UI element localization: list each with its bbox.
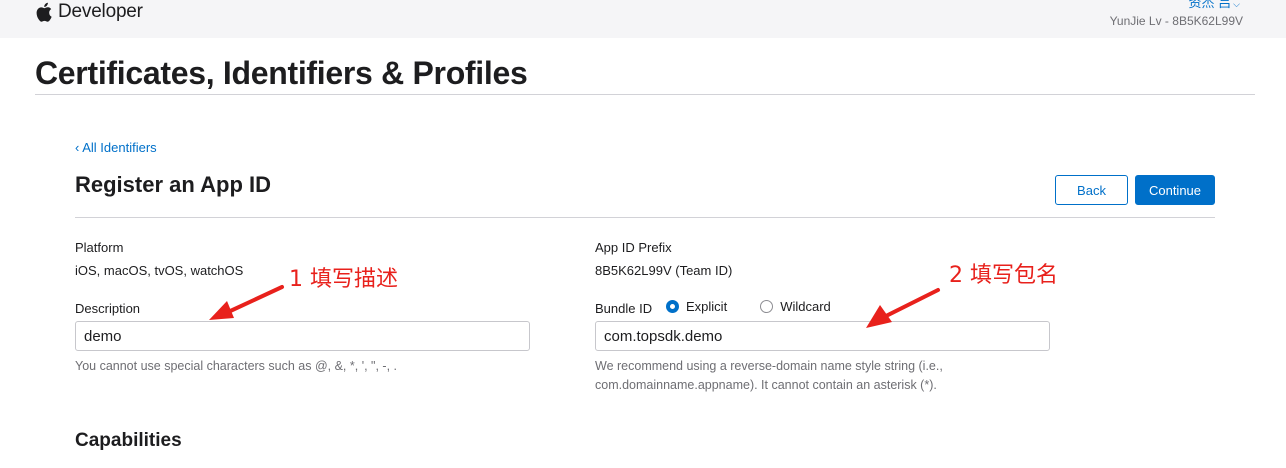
annotation-fill-bundle-id: 2 填写包名 [949, 263, 1058, 288]
wildcard-radio-label: Wildcard [780, 299, 831, 314]
brand-text: Developer [58, 1, 143, 22]
section-title: Register an App ID [75, 172, 271, 197]
developer-brand[interactable]: Developer [36, 0, 143, 25]
page-title: Certificates, Identifiers & Profiles [35, 55, 528, 91]
wildcard-radio[interactable]: Wildcard [760, 299, 831, 314]
all-identifiers-link[interactable]: ‹ All Identifiers [75, 140, 157, 155]
section-divider [75, 217, 1215, 218]
radio-unchecked-icon [760, 300, 774, 313]
platform-value: iOS, macOS, tvOS, watchOS [75, 263, 244, 278]
bundle-id-label: Bundle ID [595, 301, 653, 316]
platform-label: Platform [75, 240, 124, 255]
apple-logo-icon [36, 2, 52, 22]
team-info: YunJie Lv - 8B5K62L99V [1109, 14, 1243, 28]
capabilities-title: Capabilities [75, 430, 182, 451]
continue-button[interactable]: Continue [1135, 175, 1215, 205]
explicit-radio-label: Explicit [686, 299, 728, 314]
app-id-prefix-value: 8B5K62L99V (Team ID) [595, 263, 733, 278]
description-label: Description [75, 301, 141, 316]
back-button[interactable]: Back [1055, 175, 1128, 205]
bundle-id-hint-line-2: com.domainname.appname). It cannot conta… [595, 378, 937, 392]
bundle-id-hint-line-1: We recommend using a reverse-domain name… [595, 359, 943, 373]
explicit-radio[interactable]: Explicit [666, 299, 727, 314]
bundle-id-field[interactable] [595, 321, 1050, 351]
description-field[interactable] [75, 321, 530, 351]
app-id-prefix-label: App ID Prefix [595, 240, 672, 255]
chevron-down-icon: ⌵ [1233, 0, 1240, 9]
arrow-to-description-icon [209, 285, 284, 320]
annotation-fill-description: 1 填写描述 [289, 267, 398, 292]
account-name: 资杰 吕 [1188, 0, 1232, 10]
title-divider [35, 94, 1255, 95]
top-bar: Developer 资杰 吕 ⌵ YunJie Lv - 8B5K62L99V [0, 0, 1286, 38]
account-menu[interactable]: 资杰 吕 ⌵ [1189, 0, 1240, 11]
bundle-id-type: Explicit Wildcard [666, 299, 831, 314]
description-hint: You cannot use special characters such a… [75, 359, 397, 373]
radio-checked-icon [666, 300, 679, 313]
